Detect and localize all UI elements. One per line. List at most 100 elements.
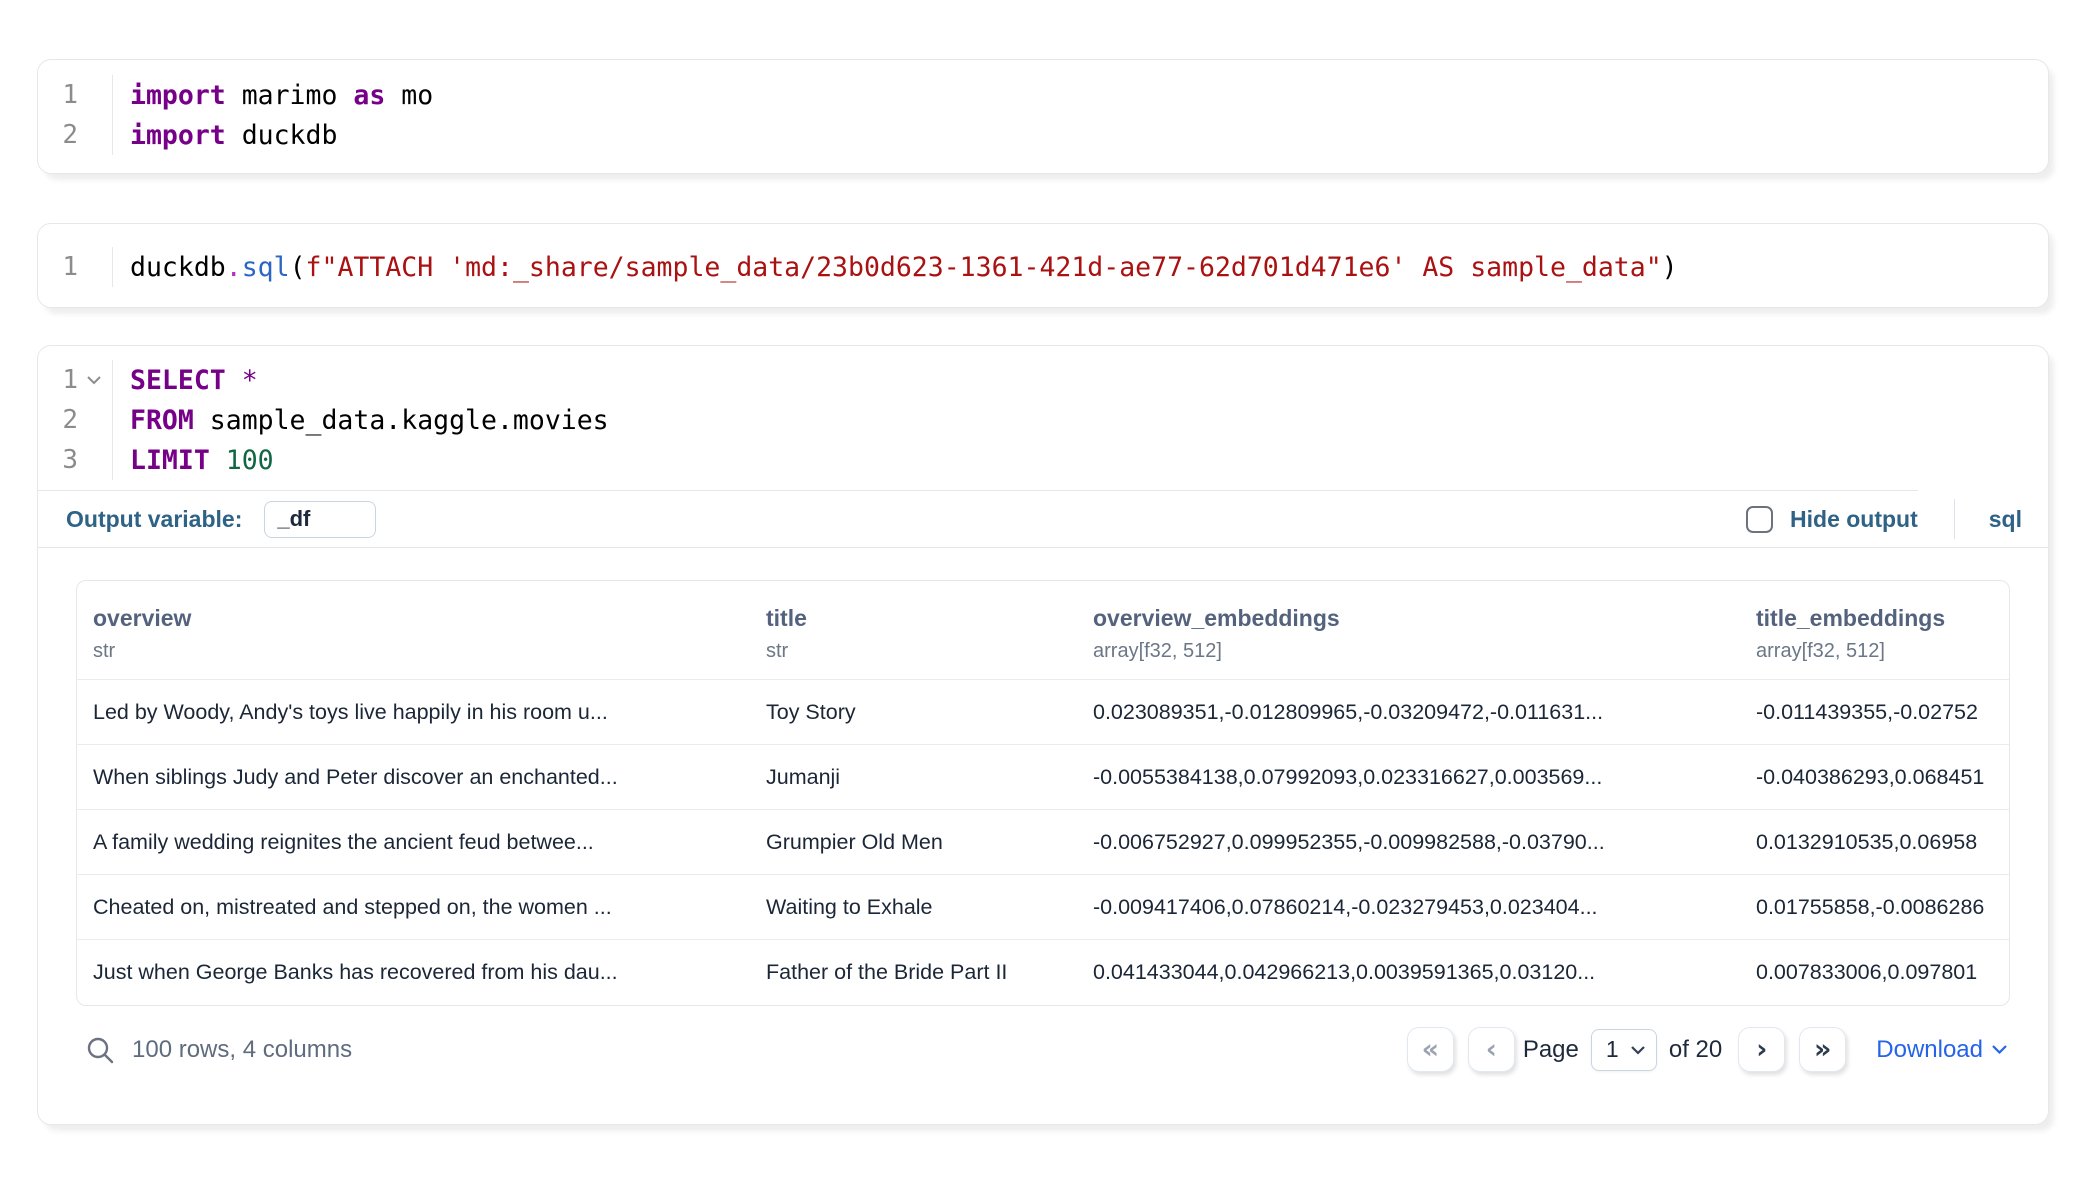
hide-output-label[interactable]: Hide output xyxy=(1790,506,1918,533)
code-editor-line[interactable]: LIMIT 100 xyxy=(113,445,274,476)
code-line: 1 import marimo as mo xyxy=(38,75,2048,115)
cell-title: Jumanji xyxy=(750,745,1077,810)
code-token: 100 xyxy=(210,445,274,476)
cell-overview: Cheated on, mistreated and stepped on, t… xyxy=(77,875,750,940)
fold-chevron-icon[interactable] xyxy=(78,375,110,385)
line-gutter: 1 xyxy=(38,75,113,115)
code-token: sql xyxy=(242,252,290,283)
line-number: 1 xyxy=(38,365,78,395)
table-row[interactable]: Just when George Banks has recovered fro… xyxy=(77,940,2010,1005)
output-variable-input[interactable] xyxy=(264,501,376,538)
code-token: marimo xyxy=(226,80,354,111)
cell-title: Father of the Bride Part II xyxy=(750,940,1077,1005)
code-token: mo xyxy=(385,80,433,111)
code-token: sample_data.kaggle.movies xyxy=(194,405,609,436)
first-page-button[interactable]: « xyxy=(1407,1027,1454,1072)
code-token: import xyxy=(130,120,226,151)
download-label: Download xyxy=(1876,1036,1983,1064)
cell-title: Toy Story xyxy=(750,680,1077,745)
cell-title: Grumpier Old Men xyxy=(750,810,1077,875)
cell-overview: A family wedding reignites the ancient f… xyxy=(77,810,750,875)
cell-overview-embeddings: -0.006752927,0.099952355,-0.009982588,-0… xyxy=(1077,810,1740,875)
row-count-label: 100 rows, 4 columns xyxy=(132,1036,352,1064)
code-token: duckdb xyxy=(130,252,226,283)
prev-page-button[interactable]: ‹ xyxy=(1468,1027,1515,1072)
table-footer: 100 rows, 4 columns « ‹ Page 1 of 20 › »… xyxy=(76,1006,2010,1098)
line-gutter: 1 xyxy=(38,360,113,400)
cell-title-embeddings: 0.007833006,0.097801 xyxy=(1740,940,2010,1005)
cell-title: Waiting to Exhale xyxy=(750,875,1077,940)
cell-overview-embeddings: -0.009417406,0.07860214,-0.023279453,0.0… xyxy=(1077,875,1740,940)
language-label[interactable]: sql xyxy=(1989,506,2022,533)
code-token: duckdb xyxy=(226,120,338,151)
code-token: SELECT xyxy=(130,365,226,396)
cell-title-embeddings: 0.0132910535,0.06958 xyxy=(1740,810,2010,875)
code-token: ) xyxy=(1662,252,1678,283)
page-select[interactable]: 1 xyxy=(1591,1029,1657,1071)
cell-overview: Led by Woody, Andy's toys live happily i… xyxy=(77,680,750,745)
chevron-down-icon xyxy=(1630,1045,1646,1055)
line-gutter: 2 xyxy=(38,400,113,440)
code-editor-line[interactable]: FROM sample_data.kaggle.movies xyxy=(113,405,609,436)
cell-overview: When siblings Judy and Peter discover an… xyxy=(77,745,750,810)
cell-title-embeddings: 0.01755858,-0.0086286 xyxy=(1740,875,2010,940)
next-page-button[interactable]: › xyxy=(1738,1027,1785,1072)
download-button[interactable]: Download xyxy=(1876,1036,2008,1064)
code-editor-line[interactable]: duckdb.sql(f"ATTACH 'md:_share/sample_da… xyxy=(113,252,1678,283)
line-gutter: 3 xyxy=(38,440,113,480)
line-gutter: 1 xyxy=(38,247,113,287)
code-line: 3 LIMIT 100 xyxy=(38,440,2048,480)
code-token: ( xyxy=(290,252,306,283)
hide-output-checkbox[interactable] xyxy=(1746,506,1773,533)
output-variable-label: Output variable: xyxy=(66,506,242,533)
last-page-button[interactable]: » xyxy=(1799,1027,1846,1072)
table-header-row: overview str title str overview_embeddin… xyxy=(77,581,2010,680)
code-cell-attach: 1 duckdb.sql(f"ATTACH 'md:_share/sample_… xyxy=(37,223,2049,308)
page-total-label: of 20 xyxy=(1669,1036,1722,1064)
cell-title-embeddings: -0.040386293,0.068451 xyxy=(1740,745,2010,810)
code-line: 2 import duckdb xyxy=(38,115,2048,155)
column-header-overview[interactable]: overview str xyxy=(77,581,750,680)
column-header-title[interactable]: title str xyxy=(750,581,1077,680)
cell-overview-embeddings: -0.0055384138,0.07992093,0.023316627,0.0… xyxy=(1077,745,1740,810)
sql-cell-toolbar: Output variable: Hide output sql xyxy=(38,491,2048,547)
code-editor-line[interactable]: import duckdb xyxy=(113,120,337,151)
line-number: 1 xyxy=(38,80,78,110)
cell-overview: Just when George Banks has recovered fro… xyxy=(77,940,750,1005)
cell-title-embeddings: -0.011439355,-0.02752 xyxy=(1740,680,2010,745)
line-number: 2 xyxy=(38,405,78,435)
code-token: LIMIT xyxy=(130,445,210,476)
chevron-down-icon xyxy=(1991,1044,2008,1055)
line-number: 1 xyxy=(38,252,78,282)
code-token: import xyxy=(130,80,226,111)
sql-editor: 1 SELECT * 2 FROM sample_data.kaggle.mov… xyxy=(38,346,2048,490)
code-token: FROM xyxy=(130,405,194,436)
line-number: 3 xyxy=(38,445,78,475)
cell-overview-embeddings: 0.023089351,-0.012809965,-0.03209472,-0.… xyxy=(1077,680,1740,745)
code-line: 2 FROM sample_data.kaggle.movies xyxy=(38,400,2048,440)
code-cell-imports: 1 import marimo as mo 2 import duckdb xyxy=(37,59,2049,174)
toolbar-divider xyxy=(1954,499,1955,539)
line-gutter: 2 xyxy=(38,115,113,155)
column-header-title-embeddings[interactable]: title_embeddings array[f32, 512] xyxy=(1740,581,2010,680)
line-number: 2 xyxy=(38,120,78,150)
table-row[interactable]: A family wedding reignites the ancient f… xyxy=(77,810,2010,875)
code-editor-line[interactable]: import marimo as mo xyxy=(113,80,433,111)
page-select-value: 1 xyxy=(1606,1036,1619,1063)
search-icon[interactable] xyxy=(78,1028,122,1072)
code-line: 1 SELECT * xyxy=(38,360,2048,400)
page-label: Page xyxy=(1523,1036,1579,1064)
table-row[interactable]: When siblings Judy and Peter discover an… xyxy=(77,745,2010,810)
table-row[interactable]: Cheated on, mistreated and stepped on, t… xyxy=(77,875,2010,940)
cell-overview-embeddings: 0.041433044,0.042966213,0.0039591365,0.0… xyxy=(1077,940,1740,1005)
code-token: * xyxy=(226,365,258,396)
column-header-overview-embeddings[interactable]: overview_embeddings array[f32, 512] xyxy=(1077,581,1740,680)
cell-output: overview str title str overview_embeddin… xyxy=(38,548,2048,1098)
code-token: f"ATTACH 'md:_share/sample_data/23b0d623… xyxy=(306,252,1662,283)
code-token: . xyxy=(226,252,242,283)
code-editor-line[interactable]: SELECT * xyxy=(113,365,258,396)
dataframe-table: overview str title str overview_embeddin… xyxy=(76,580,2010,1006)
table-row[interactable]: Led by Woody, Andy's toys live happily i… xyxy=(77,680,2010,745)
code-line: 1 duckdb.sql(f"ATTACH 'md:_share/sample_… xyxy=(38,247,2048,287)
sql-cell: 1 SELECT * 2 FROM sample_data.kaggle.mov… xyxy=(37,345,2049,1125)
